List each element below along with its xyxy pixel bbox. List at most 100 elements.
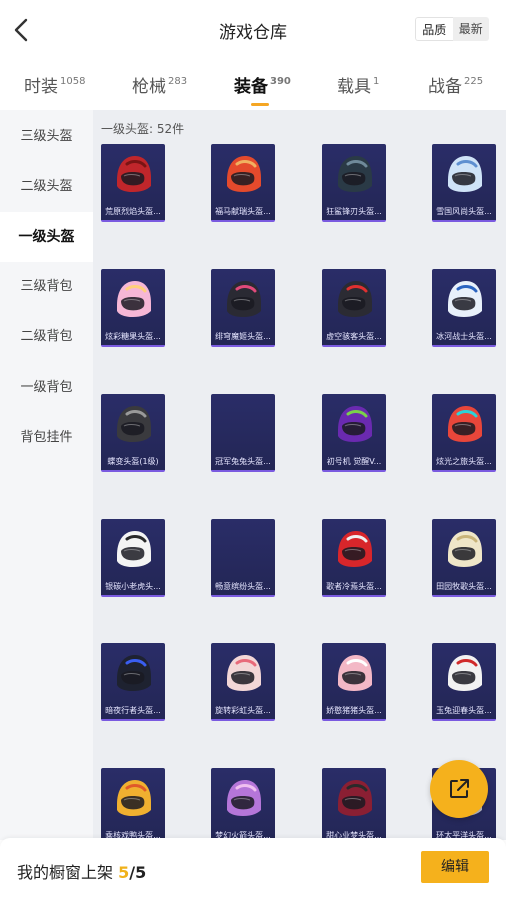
item-name: 玉兔迎春头盔... — [436, 706, 492, 715]
sort-newest-button[interactable]: 最新 — [452, 17, 489, 41]
item-name: 炫彩糖果头盔... — [105, 332, 161, 341]
sidebar-item-level2-helmet[interactable]: 二级头盔 — [0, 162, 93, 212]
item-card[interactable]: 冠军兔兔头盔... — [211, 394, 275, 472]
helmet-icon — [448, 156, 482, 192]
helmet-icon — [338, 281, 372, 317]
item-card[interactable]: 甜心业梦头盔... — [322, 768, 386, 840]
sidebar-item-level3-backpack[interactable]: 三级背包 — [0, 262, 93, 312]
tab-label: 装备 — [234, 77, 268, 97]
item-name: 银碳小老虎头... — [105, 582, 161, 591]
sidebar-item-level1-backpack[interactable]: 一级背包 — [0, 363, 93, 413]
tab-count: 283 — [168, 76, 188, 87]
item-card[interactable]: 虚空骇客头盔... — [322, 269, 386, 347]
tab-count: 1 — [373, 76, 380, 87]
sidebar-item-level2-backpack[interactable]: 二级背包 — [0, 312, 93, 362]
item-card[interactable]: 炫光之旅头盔... — [432, 394, 496, 472]
item-name: 歌者冷焉头盔... — [326, 582, 382, 591]
sidebar-item-level1-helmet[interactable]: 一级头盔 — [0, 212, 93, 262]
helmet-icon — [338, 156, 372, 192]
sort-toggle: 品质 最新 — [415, 17, 489, 41]
helmet-icon — [338, 780, 372, 816]
item-card[interactable]: 田园牧歌头盔... — [432, 519, 496, 597]
helmet-icon — [448, 655, 482, 691]
item-card[interactable]: 炫彩糖果头盔... — [101, 269, 165, 347]
category-tabs: 时装 1058 枪械 283 装备 390 载具 1 战备 225 — [0, 66, 506, 110]
sort-quality-button[interactable]: 品质 — [415, 17, 453, 41]
share-icon — [450, 779, 469, 798]
helmet-icon — [117, 281, 151, 317]
item-card[interactable]: 蝶变头盔(1级) — [101, 394, 165, 472]
item-card[interactable]: 玉兔迎春头盔... — [432, 643, 496, 721]
showcase-bar: 我的橱窗上架 5/5 编辑 — [0, 838, 506, 897]
share-button[interactable] — [430, 760, 488, 818]
active-tab-indicator — [251, 103, 269, 106]
item-name: 虚空骇客头盔... — [326, 332, 382, 341]
item-card[interactable]: 绯穹魔姬头盔... — [211, 269, 275, 347]
tab-label: 枪械 — [132, 77, 166, 97]
helmet-icon — [117, 406, 151, 442]
helmet-icon — [227, 281, 261, 317]
item-name: 娇憨猪猪头盔... — [326, 706, 382, 715]
helmet-icon — [448, 281, 482, 317]
item-name: 冠军兔兔头盔... — [215, 457, 271, 466]
helmet-icon — [117, 156, 151, 192]
sidebar-item-backpack-charm[interactable]: 背包挂件 — [0, 413, 93, 463]
item-card[interactable]: 福马献瑞头盔... — [211, 144, 275, 222]
tab-equipment[interactable]: 装备 390 — [234, 72, 291, 106]
item-name: 田园牧歌头盔... — [436, 582, 492, 591]
helmet-icon — [227, 780, 261, 816]
item-name: 旋转彩虹头盔... — [215, 706, 271, 715]
helmet-icon — [117, 780, 151, 816]
item-name: 初号机 觉醒V... — [326, 457, 382, 466]
item-card[interactable]: 暗夜行者头盔... — [101, 643, 165, 721]
helmet-icon — [448, 406, 482, 442]
tab-count: 1058 — [60, 76, 86, 87]
item-card[interactable]: 乘核戏鸭头盔... — [101, 768, 165, 840]
item-card[interactable]: 梦幻火箭头盔... — [211, 768, 275, 840]
helmet-icon — [227, 655, 261, 691]
item-name: 狂鲨锋刃头盔... — [326, 207, 382, 216]
item-card[interactable]: 冰河战士头盔... — [432, 269, 496, 347]
tab-count: 390 — [270, 76, 291, 87]
item-card[interactable]: 初号机 觉醒V... — [322, 394, 386, 472]
item-card[interactable]: 银碳小老虎头... — [101, 519, 165, 597]
showcase-label: 我的橱窗上架 — [17, 863, 114, 882]
tab-label: 时装 — [24, 77, 58, 97]
item-name: 蝶变头盔(1级) — [107, 457, 159, 466]
item-card[interactable]: 旋转彩虹头盔... — [211, 643, 275, 721]
tab-label: 载具 — [337, 77, 371, 97]
sidebar-item-level3-helmet[interactable]: 三级头盔 — [0, 112, 93, 162]
item-card[interactable]: 雪国风尚头盔... — [432, 144, 496, 222]
item-name: 福马献瑞头盔... — [215, 207, 271, 216]
item-name: 雪国风尚头盔... — [436, 207, 492, 216]
helmet-icon — [338, 655, 372, 691]
item-grid: 一级头盔: 52件 荒原烈焰头盔... 福马献瑞头盔... 狂鲨锋刃头盔... 雪国风… — [93, 110, 506, 840]
helmet-icon — [448, 531, 482, 567]
helmet-icon — [117, 655, 151, 691]
helmet-icon — [338, 406, 372, 442]
item-name: 绯穹魔姬头盔... — [215, 332, 271, 341]
item-name: 畅意缤纷头盔... — [215, 582, 271, 591]
item-card[interactable]: 歌者冷焉头盔... — [322, 519, 386, 597]
helmet-icon — [338, 531, 372, 567]
item-name: 暗夜行者头盔... — [105, 706, 161, 715]
item-card[interactable]: 荒原烈焰头盔... — [101, 144, 165, 222]
tab-supplies[interactable]: 战备 225 — [428, 72, 483, 97]
showcase-current: 5 — [118, 863, 130, 882]
item-card[interactable]: 狂鲨锋刃头盔... — [322, 144, 386, 222]
header: 游戏仓库 品质 最新 — [0, 0, 506, 60]
tab-weapons[interactable]: 枪械 283 — [132, 72, 187, 97]
tab-outfit[interactable]: 时装 1058 — [24, 72, 85, 97]
tab-count: 225 — [464, 76, 484, 87]
helmet-icon — [117, 531, 151, 567]
item-name: 炫光之旅头盔... — [436, 457, 492, 466]
item-count: 一级头盔: 52件 — [101, 122, 185, 136]
item-name: 冰河战士头盔... — [436, 332, 492, 341]
item-name: 荒原烈焰头盔... — [105, 207, 161, 216]
item-card[interactable]: 畅意缤纷头盔... — [211, 519, 275, 597]
showcase-total: 5 — [135, 863, 147, 882]
edit-button[interactable]: 编辑 — [421, 851, 489, 883]
tab-vehicles[interactable]: 载具 1 — [337, 72, 379, 97]
helmet-icon — [227, 156, 261, 192]
item-card[interactable]: 娇憨猪猪头盔... — [322, 643, 386, 721]
